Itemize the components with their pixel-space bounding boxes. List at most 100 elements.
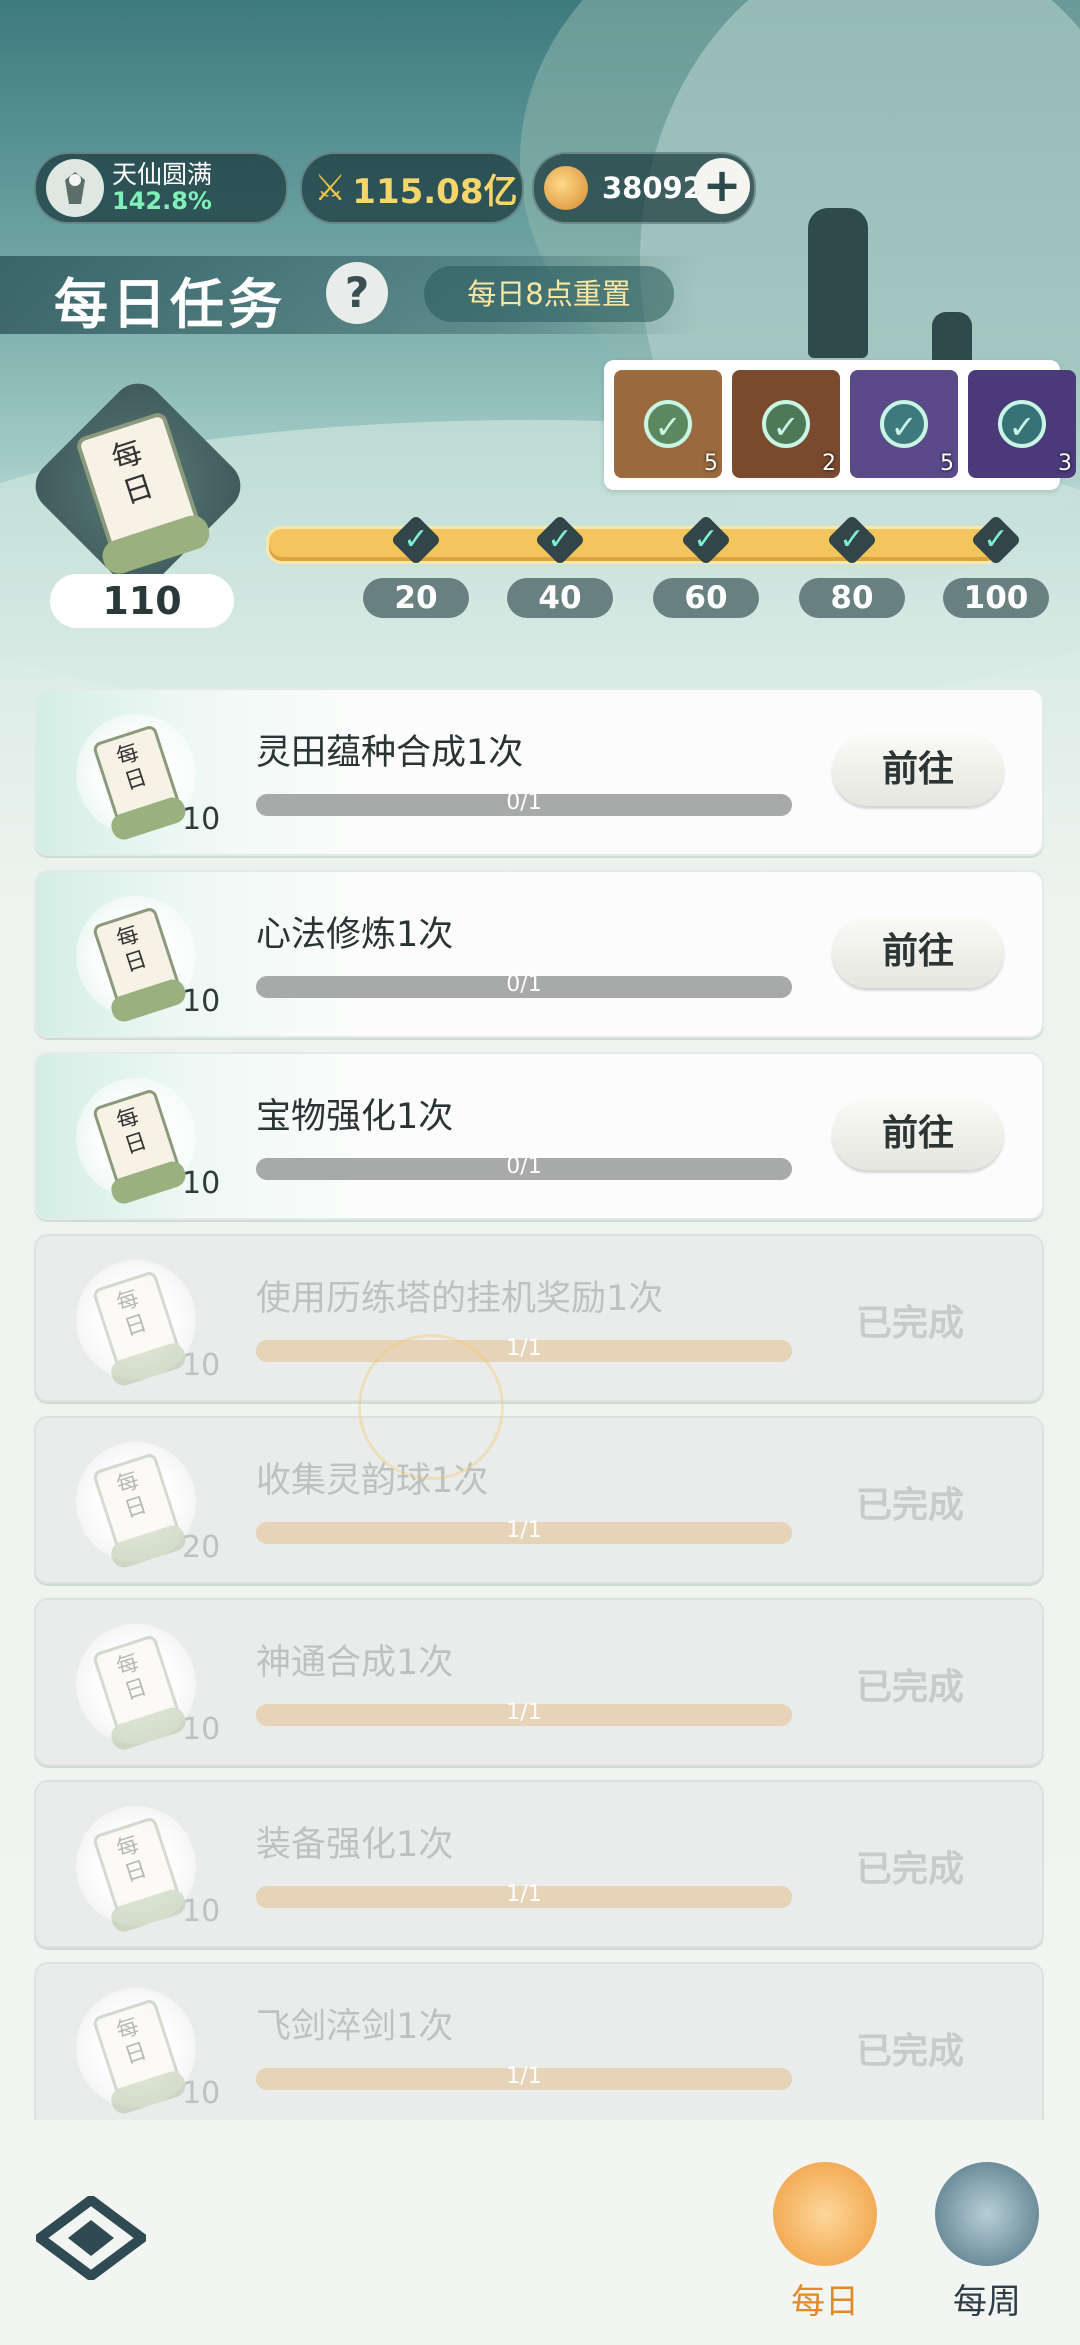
power-value: 115.08亿 [352,171,518,212]
reward-item[interactable]: ✓ 5 [850,370,958,478]
tab-daily[interactable]: 每日 [760,2162,890,2332]
currency-value: 38092 [602,171,703,205]
bottom-nav [0,2120,1080,2345]
task-reward-icon: 每日 [76,896,196,1025]
help-button[interactable]: ? [326,262,388,324]
task-points: 10 [182,1166,221,1201]
completed-label: 已完成 [856,1485,965,1526]
menu-logo-icon[interactable] [31,2193,151,2283]
completed-label: 已完成 [856,1667,965,1708]
crossed-swords-icon: ⚔ [314,167,347,209]
claimed-check-icon: ✓ [644,400,692,448]
daily-scroll-icon: 每日 [91,724,189,843]
tab-daily-label: 每日 [791,2282,859,2322]
milestone-label: 20 [363,578,469,618]
task-reward-icon: 每日 [76,1624,196,1753]
task-progress-bar: 1/1 [256,1336,792,1362]
milestone-label: 60 [653,578,759,618]
task-points: 20 [182,1530,221,1565]
claimed-check-icon: ✓ [998,400,1046,448]
milestone-label: 80 [799,578,905,618]
rank-name: 天仙圆满 [112,160,213,189]
reward-item[interactable]: ✓ 5 [614,370,722,478]
rank-avatar-icon [46,159,104,217]
scroll-text: 每日 [113,2013,151,2070]
task-row: 每日 10 神通合成1次 1/1 已完成 [34,1598,1044,1766]
task-progress-bar: 0/1 [256,1154,792,1180]
task-points: 10 [182,1348,221,1383]
points-progress-bar [266,526,1002,564]
task-reward-icon: 每日 [76,1988,196,2117]
go-button[interactable]: 前往 [832,1098,1004,1170]
scroll-text: 每日 [113,1831,151,1888]
task-progress-bar: 0/1 [256,790,792,816]
task-row: 每日 10 装备强化1次 1/1 已完成 [34,1780,1044,1948]
daily-scroll-icon: 每日 [91,1634,189,1753]
page-title: 每日任务 [54,273,286,336]
daily-scroll-icon: 每日 [91,1088,189,1207]
task-progress-text: 1/1 [506,1518,542,1543]
reset-time-badge: 每日8点重置 [424,266,674,322]
spirit-coin-icon [544,166,588,210]
reward-count: 5 [704,451,718,476]
task-row: 每日 20 收集灵韵球1次 1/1 已完成 [34,1416,1044,1584]
task-progress-text: 0/1 [506,972,542,997]
task-progress-text: 1/1 [506,1700,542,1725]
scroll-text: 每日 [113,1285,151,1342]
task-progress-text: 1/1 [506,1882,542,1907]
task-row: 每日 10 心法修炼1次 0/1 前往 [34,870,1044,1038]
tab-weekly-label: 每周 [953,2282,1021,2322]
milestone-check-icon: ✓ [680,514,732,566]
claimed-check-icon: ✓ [762,400,810,448]
task-list: 每日 10 灵田蕴种合成1次 0/1 前往 每日 10 心法修炼1次 0/1 前往 每日 10 宝物强化… [34,688,1044,2144]
scroll-text: 每日 [113,1103,151,1160]
reward-item[interactable]: ✓ 2 [732,370,840,478]
task-progress-text: 0/1 [506,1154,542,1179]
rank-pill[interactable]: 天仙圆满 142.8% [34,152,288,224]
power-pill: ⚔ 115.08亿 [300,152,524,224]
scroll-text: 每日 [113,1467,151,1524]
task-reward-icon: 每日 [76,1078,196,1207]
scroll-text: 每日 [113,1649,151,1706]
task-reward-icon: 每日 [76,1806,196,1935]
tab-weekly[interactable]: 每周 [922,2162,1052,2332]
scroll-text: 每日 [113,739,151,796]
task-points: 10 [182,802,221,837]
weekly-tab-icon [935,2162,1039,2266]
completed-label: 已完成 [856,1849,965,1890]
badge-scroll-text: 每日 [107,434,158,512]
milestone-check-icon: ✓ [534,514,586,566]
task-row: 每日 10 灵田蕴种合成1次 0/1 前往 [34,688,1044,856]
task-name: 飞剑淬剑1次 [256,2007,454,2047]
task-row: 每日 10 使用历练塔的挂机奖励1次 1/1 已完成 [34,1234,1044,1402]
task-progress-bar: 1/1 [256,1700,792,1726]
task-progress-bar: 1/1 [256,1518,792,1544]
task-progress-bar: 1/1 [256,2064,792,2090]
add-currency-button[interactable]: + [694,158,750,214]
reward-count: 3 [1058,451,1072,476]
scroll-text: 每日 [113,921,151,978]
daily-tab-icon [773,2162,877,2266]
task-progress-text: 0/1 [506,790,542,815]
task-points: 10 [182,984,221,1019]
task-name: 神通合成1次 [256,1643,454,1683]
daily-scroll-icon: 每日 [91,1816,189,1935]
go-button[interactable]: 前往 [832,734,1004,806]
task-name: 心法修炼1次 [256,915,454,955]
milestone-label: 40 [507,578,613,618]
milestone-check-icon: ✓ [390,514,442,566]
current-points: 110 [50,574,234,628]
task-name: 宝物强化1次 [256,1097,454,1137]
daily-scroll-icon: 每日 [91,906,189,1025]
reward-count: 5 [940,451,954,476]
rank-percent: 142.8% [112,187,212,215]
milestone-check-icon: ✓ [826,514,878,566]
reward-count: 2 [822,451,836,476]
task-row: 每日 10 飞剑淬剑1次 1/1 已完成 [34,1962,1044,2130]
go-button[interactable]: 前往 [832,916,1004,988]
sparkle-effect [358,1334,504,1480]
reward-item[interactable]: ✓ 3 [968,370,1076,478]
task-points: 10 [182,1712,221,1747]
task-row: 每日 10 宝物强化1次 0/1 前往 [34,1052,1044,1220]
milestone-reward-panel: ✓ 5 ✓ 2 ✓ 5 ✓ 3 [604,360,1076,490]
